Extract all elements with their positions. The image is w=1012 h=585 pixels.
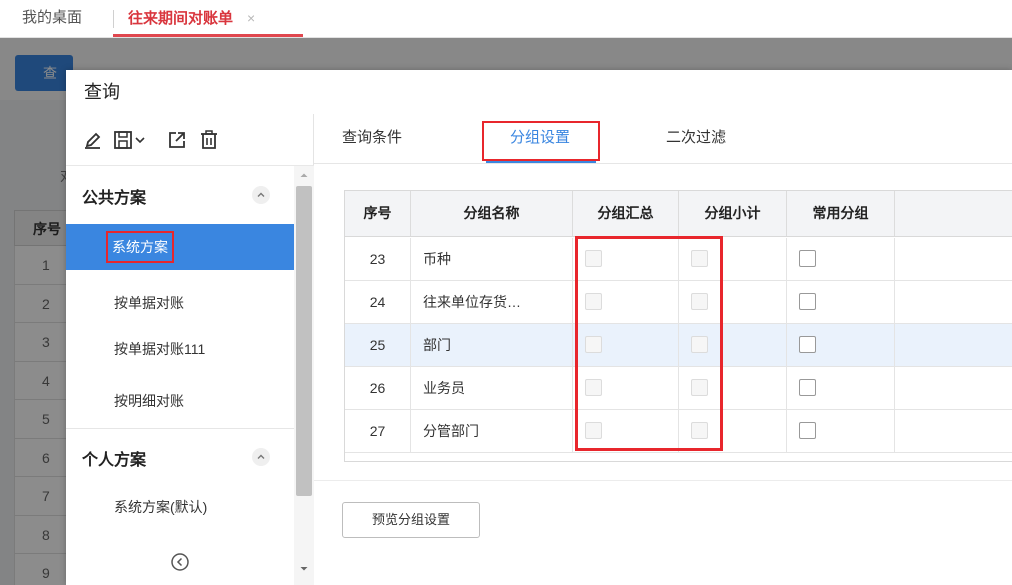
public-scheme-group[interactable]: 公共方案	[66, 170, 294, 218]
common-cell	[787, 281, 895, 323]
scheme-scrollbar[interactable]	[294, 166, 314, 585]
active-tab-indicator	[486, 161, 596, 163]
group-name: 币种	[411, 238, 573, 280]
row-number: 26	[345, 367, 411, 409]
table-header: 序号 分组名称 分组汇总 分组小计 常用分组	[345, 191, 1012, 237]
row-number: 27	[345, 410, 411, 452]
scheme-item-by-document[interactable]: 按单据对账	[66, 280, 294, 326]
settings-tabs: 查询条件 分组设置 二次过滤	[314, 114, 1012, 164]
column-header-name: 分组名称	[411, 191, 573, 236]
scheme-item-system[interactable]: 系统方案	[66, 224, 294, 270]
row-number: 25	[345, 324, 411, 366]
group-divider	[66, 428, 294, 429]
column-header-no: 序号	[345, 191, 411, 236]
close-icon[interactable]: ×	[247, 10, 255, 26]
group-name: 业务员	[411, 367, 573, 409]
common-cell	[787, 367, 895, 409]
highlight-box	[575, 236, 723, 451]
footer-divider	[314, 480, 1012, 481]
scrollbar-thumb[interactable]	[296, 186, 312, 496]
scheme-item-by-detail[interactable]: 按明细对账	[66, 378, 294, 424]
public-scheme-title: 公共方案	[82, 190, 147, 207]
scheme-panel: 公共方案 系统方案 按单据对账 按单据对账111 按明细对账 个人方案 系统方案…	[66, 114, 314, 585]
export-icon[interactable]	[164, 127, 190, 153]
column-header-summary: 分组汇总	[573, 191, 679, 236]
tab-statement[interactable]: 往来期间对账单 ×	[113, 0, 303, 37]
column-header-common: 常用分组	[787, 191, 895, 236]
common-cell	[787, 238, 895, 280]
tab-my-desktop[interactable]: 我的桌面	[22, 0, 82, 36]
preview-group-settings-button[interactable]: 预览分组设置	[342, 502, 480, 538]
edit-icon[interactable]	[80, 127, 106, 153]
common-group-checkbox[interactable]	[799, 422, 816, 439]
common-cell	[787, 324, 895, 366]
tab-query-conditions[interactable]: 查询条件	[342, 126, 402, 147]
common-group-checkbox[interactable]	[799, 336, 816, 353]
dialog-title: 查询	[84, 82, 120, 102]
personal-scheme-group[interactable]: 个人方案	[66, 432, 294, 480]
common-group-checkbox[interactable]	[799, 293, 816, 310]
personal-scheme-title: 个人方案	[82, 452, 147, 469]
query-dialog: 查询 公共方案 系统方案 按单据对账 按单据对账111 按明细对账 个人方案 系…	[66, 70, 1012, 585]
group-name: 部门	[411, 324, 573, 366]
save-icon[interactable]	[110, 127, 150, 153]
common-cell	[787, 410, 895, 452]
highlight-box	[482, 121, 600, 161]
group-name: 分管部门	[411, 410, 573, 452]
scheme-item-by-document-111[interactable]: 按单据对账111	[66, 326, 294, 372]
row-number: 24	[345, 281, 411, 323]
chevron-up-icon[interactable]	[252, 186, 270, 204]
common-group-checkbox[interactable]	[799, 250, 816, 267]
collapse-panel-icon[interactable]	[170, 552, 190, 572]
scheme-item-system-default[interactable]: 系统方案(默认)	[66, 484, 294, 530]
tab-strip: 我的桌面 往来期间对账单 ×	[0, 0, 1012, 38]
group-table: 序号 分组名称 分组汇总 分组小计 常用分组 23 币种 24 往来单位存货…	[344, 190, 1012, 462]
delete-icon[interactable]	[196, 127, 222, 153]
column-header-subtotal: 分组小计	[679, 191, 787, 236]
scheme-item-label: 系统方案	[106, 231, 174, 263]
scheme-toolbar	[66, 114, 314, 166]
common-group-checkbox[interactable]	[799, 379, 816, 396]
settings-panel: 查询条件 分组设置 二次过滤 序号 分组名称 分组汇总 分组小计 常用分组 23…	[314, 114, 1012, 585]
tab-secondary-filter[interactable]: 二次过滤	[666, 126, 726, 147]
group-name: 往来单位存货…	[411, 281, 573, 323]
tab-statement-label: 往来期间对账单	[128, 10, 234, 27]
row-number: 23	[345, 238, 411, 280]
chevron-up-icon[interactable]	[252, 448, 270, 466]
